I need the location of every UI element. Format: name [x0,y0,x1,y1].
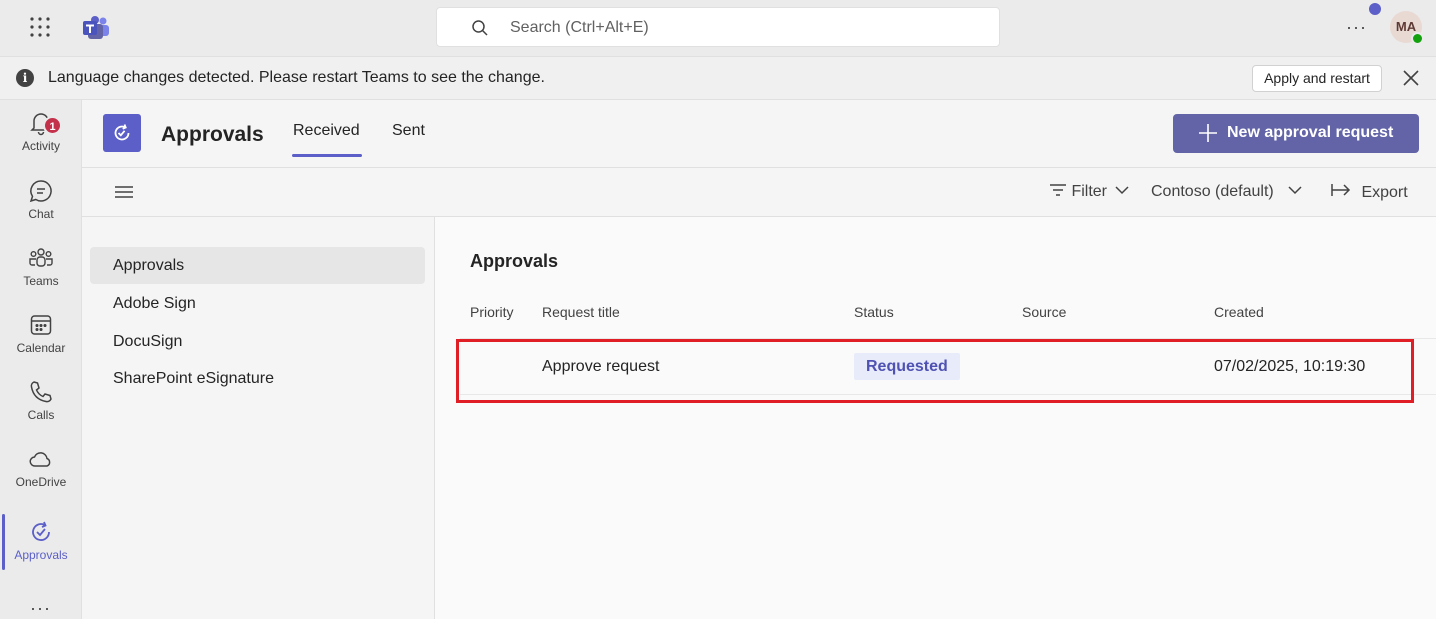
cloud-icon [0,446,82,472]
cell-request-title: Approve request [542,358,660,375]
chat-icon [0,178,82,204]
avatar[interactable]: MA [1390,11,1424,45]
rail-item-label: Teams [23,274,59,288]
more-apps-icon[interactable]: ··· [30,598,51,619]
organization-label: Contoso (default) [1151,183,1274,200]
app-rail: 1 Activity Chat Teams Calendar Calls One… [0,100,82,619]
filter-button[interactable]: Filter [1049,183,1129,201]
top-bar: Search (Ctrl+Alt+E) ··· MA [0,0,1436,57]
notification-dot [1369,3,1381,15]
chevron-down-icon [1288,186,1302,195]
nav-item-sharepoint-esignature[interactable]: SharePoint eSignature [90,360,425,397]
search-placeholder: Search (Ctrl+Alt+E) [510,19,649,36]
close-icon[interactable] [1402,69,1420,87]
rail-item-onedrive[interactable]: OneDrive [0,446,82,506]
info-icon: i [16,69,34,87]
rail-item-calendar[interactable]: Calendar [0,312,82,372]
column-header-created[interactable]: Created [1214,304,1264,320]
tab-selected-indicator [292,154,362,157]
rail-item-calls[interactable]: Calls [0,379,82,439]
rail-item-label: Chat [28,207,54,221]
filter-icon [1050,184,1066,196]
rail-item-activity[interactable]: 1 Activity [0,110,82,170]
section-title: Approvals [470,251,559,271]
toolbar: Filter Contoso (default) Export [82,168,1436,217]
presence-available-icon [1411,32,1424,45]
new-approval-request-label: New approval request [1227,124,1394,141]
page-title: Approvals [161,123,264,146]
rail-item-label: OneDrive [15,475,67,489]
banner-message: Language changes detected. Please restar… [48,69,545,86]
rail-item-label: Approvals [14,548,68,562]
column-header-request-title[interactable]: Request title [542,304,620,320]
approvals-side-nav: Approvals Adobe Sign DocuSign SharePoint… [82,217,435,619]
tab-sent[interactable]: Sent [392,122,425,140]
rail-item-chat[interactable]: Chat [0,178,82,238]
app-header: Approvals Received Sent New approval req… [82,100,1436,168]
search-icon [471,19,489,42]
status-badge: Requested [854,353,960,380]
apply-and-restart-button[interactable]: Apply and restart [1252,65,1382,92]
phone-icon [0,379,82,405]
nav-item-approvals[interactable]: Approvals [90,247,425,284]
approvals-app-icon [103,114,141,152]
calendar-icon [0,312,82,338]
filter-label: Filter [1071,183,1108,200]
teams-logo-icon[interactable] [82,15,110,41]
new-approval-request-button[interactable]: New approval request [1173,114,1419,153]
rail-item-label: Calls [27,408,55,422]
column-header-source[interactable]: Source [1022,304,1066,320]
nav-item-adobe-sign[interactable]: Adobe Sign [90,285,425,322]
tab-received[interactable]: Received [293,122,360,140]
plus-icon [1197,122,1219,149]
organization-dropdown[interactable]: Contoso (default) [1151,183,1302,201]
table-row[interactable]: Approve request Requested 07/02/2025, 10… [460,338,1436,395]
app-launcher-icon[interactable] [29,16,51,38]
cell-created: 07/02/2025, 10:19:30 [1214,358,1366,375]
export-button[interactable]: Export [1331,183,1408,202]
export-icon [1331,184,1351,196]
rail-item-label: Activity [21,139,60,153]
chevron-down-icon [1115,186,1129,195]
column-header-priority[interactable]: Priority [470,304,514,320]
avatar-initials: MA [1395,19,1417,34]
export-label: Export [1361,184,1408,201]
search-box[interactable]: Search (Ctrl+Alt+E) [436,7,1000,47]
info-banner: i Language changes detected. Please rest… [0,57,1436,100]
hamburger-menu-icon[interactable] [115,185,133,204]
approvals-icon [0,519,82,545]
rail-item-teams[interactable]: Teams [0,245,82,305]
bell-icon [0,110,82,136]
rail-item-label: Calendar [16,341,66,355]
rail-item-approvals[interactable]: Approvals [0,519,82,579]
teams-icon [0,245,82,271]
activity-badge: 1 [43,116,62,135]
more-options-icon[interactable]: ··· [1346,17,1367,38]
column-header-status[interactable]: Status [854,304,894,320]
approvals-list-panel: Approvals Priority Request title Status … [435,217,1436,619]
nav-item-docusign[interactable]: DocuSign [90,323,425,360]
